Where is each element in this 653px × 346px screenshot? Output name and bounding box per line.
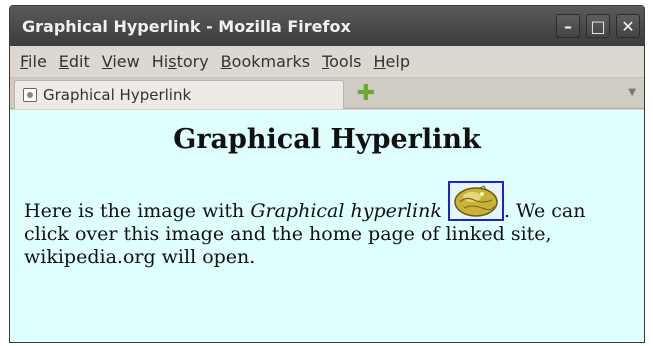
wikipedia-globe-icon — [454, 185, 498, 217]
text-before: Here is the image with — [24, 200, 251, 222]
menu-file[interactable]: File — [14, 52, 53, 71]
page-content: Graphical Hyperlink Here is the image wi… — [10, 110, 644, 342]
window-title: Graphical Hyperlink - Mozilla Firefox — [22, 16, 351, 36]
tab-graphical-hyperlink[interactable]: Graphical Hyperlink — [14, 80, 344, 109]
menu-bar: File Edit View History Bookmarks Tools H… — [10, 46, 644, 78]
menu-help[interactable]: Help — [368, 52, 416, 71]
menu-tools[interactable]: Tools — [316, 52, 367, 71]
menu-bookmarks[interactable]: Bookmarks — [215, 52, 316, 71]
close-button[interactable]: ✕ — [616, 14, 640, 38]
menu-history[interactable]: History — [146, 52, 215, 71]
browser-window: Graphical Hyperlink - Mozilla Firefox – … — [9, 5, 645, 343]
page-favicon-icon — [23, 88, 37, 102]
maximize-button[interactable]: □ — [586, 14, 610, 38]
window-controls: – □ ✕ — [556, 14, 640, 38]
tab-label: Graphical Hyperlink — [43, 86, 192, 104]
page-heading: Graphical Hyperlink — [173, 124, 481, 155]
minimize-button[interactable]: – — [556, 14, 580, 38]
wikipedia-image-link[interactable] — [447, 181, 504, 221]
plus-icon[interactable]: ✚ — [355, 81, 377, 106]
italic-text: Graphical hyperlink — [250, 200, 442, 222]
menu-edit[interactable]: Edit — [53, 52, 96, 71]
menu-view[interactable]: View — [96, 52, 146, 71]
title-bar: Graphical Hyperlink - Mozilla Firefox – … — [10, 6, 644, 46]
tab-list-arrow-icon[interactable]: ▼ — [628, 87, 636, 98]
description-paragraph: Here is the image with Graphical hyperli… — [24, 181, 630, 269]
tab-bar: Graphical Hyperlink ✚ ▼ — [10, 78, 644, 109]
